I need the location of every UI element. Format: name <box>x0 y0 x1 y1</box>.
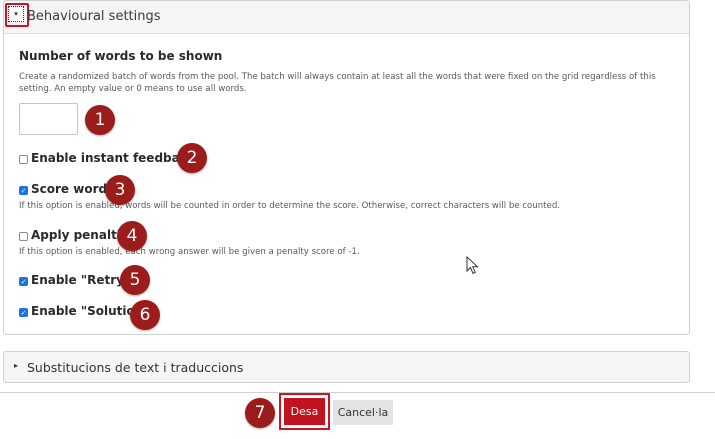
translations-panel[interactable]: ▸ Substitucions de text i traduccions <box>3 351 690 383</box>
words-count-input[interactable] <box>19 103 78 135</box>
cancel-button[interactable]: Cancel·la <box>333 400 393 425</box>
solution-checkbox[interactable]: ✓ <box>19 308 28 317</box>
expand-caret-icon: ▸ <box>14 361 19 370</box>
apply-penalties-checkbox[interactable] <box>19 232 28 241</box>
mouse-cursor-icon <box>466 256 479 275</box>
behavioural-settings-title: Behavioural settings <box>27 9 161 24</box>
behavioural-settings-header[interactable]: ▾ Behavioural settings <box>4 1 689 34</box>
annotation-badge-3: 3 <box>105 175 135 205</box>
retry-label: Enable "Retry" <box>31 273 131 287</box>
apply-penalties-description: If this option is enabled, each wrong an… <box>19 247 360 257</box>
footer-divider <box>0 392 715 393</box>
instant-feedback-checkbox[interactable] <box>19 155 28 164</box>
annotation-badge-1: 1 <box>85 105 115 135</box>
words-count-description-line2: setting. An empty value or 0 means to us… <box>19 84 247 94</box>
score-words-checkbox[interactable]: ✓ <box>19 186 28 195</box>
annotation-badge-7: 7 <box>245 398 275 428</box>
words-count-description: Create a randomized batch of words from … <box>19 71 684 95</box>
score-words-description: If this option is enabled, words will be… <box>19 201 561 211</box>
words-count-label: Number of words to be shown <box>19 49 223 63</box>
retry-checkbox[interactable]: ✓ <box>19 277 28 286</box>
save-button[interactable]: Desa <box>284 398 325 425</box>
annotation-badge-4: 4 <box>117 221 147 251</box>
behavioural-settings-panel: ▾ Behavioural settings Number of words t… <box>3 0 690 335</box>
translations-label: Substitucions de text i traduccions <box>27 360 244 375</box>
instant-feedback-label: Enable instant feedback <box>31 151 195 165</box>
collapse-toggle-icon[interactable]: ▾ <box>8 6 24 22</box>
annotation-badge-2: 2 <box>177 143 207 173</box>
words-count-description-line1: Create a randomized batch of words from … <box>19 72 656 82</box>
annotation-badge-6: 6 <box>130 300 160 330</box>
score-words-label: Score words <box>31 182 115 196</box>
annotation-badge-5: 5 <box>120 265 150 295</box>
